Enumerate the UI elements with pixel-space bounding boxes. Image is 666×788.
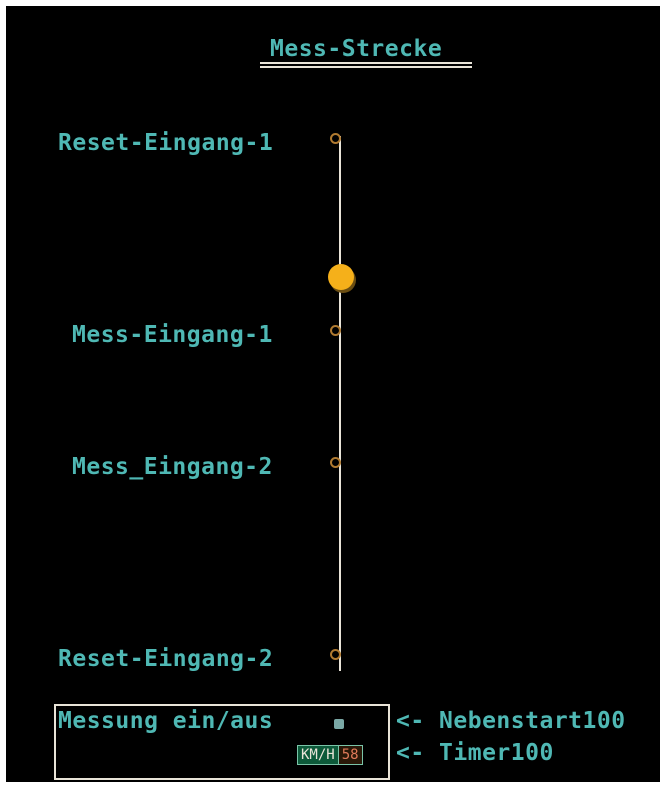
speed-unit: KM/H	[297, 745, 339, 765]
page-title: Mess-Strecke	[270, 36, 443, 62]
title-underline-top	[260, 62, 472, 64]
label-mess-eingang-2: Mess_Eingang-2	[72, 454, 273, 480]
ref-nebenstart: <- Nebenstart100	[396, 708, 626, 734]
measure-toggle-led[interactable]	[334, 719, 344, 729]
title-underline-bottom	[260, 66, 472, 68]
label-reset-eingang-1: Reset-Eingang-1	[58, 130, 274, 156]
ball-icon	[328, 264, 354, 290]
screen: Mess-Strecke Reset-Eingang-1 Mess-Eingan…	[6, 6, 660, 782]
speed-display: KM/H 58	[297, 745, 363, 765]
sensor-reset-2-icon[interactable]	[330, 649, 341, 660]
sensor-mess-2-icon[interactable]	[330, 457, 341, 468]
speed-value: 58	[338, 745, 363, 765]
ref-timer: <- Timer100	[396, 740, 554, 766]
measurement-track	[339, 136, 341, 671]
label-reset-eingang-2: Reset-Eingang-2	[58, 646, 274, 672]
sensor-mess-1-icon[interactable]	[330, 325, 341, 336]
label-mess-eingang-1: Mess-Eingang-1	[72, 322, 273, 348]
sensor-reset-1-icon[interactable]	[330, 133, 341, 144]
measure-toggle-label: Messung ein/aus	[58, 708, 274, 734]
